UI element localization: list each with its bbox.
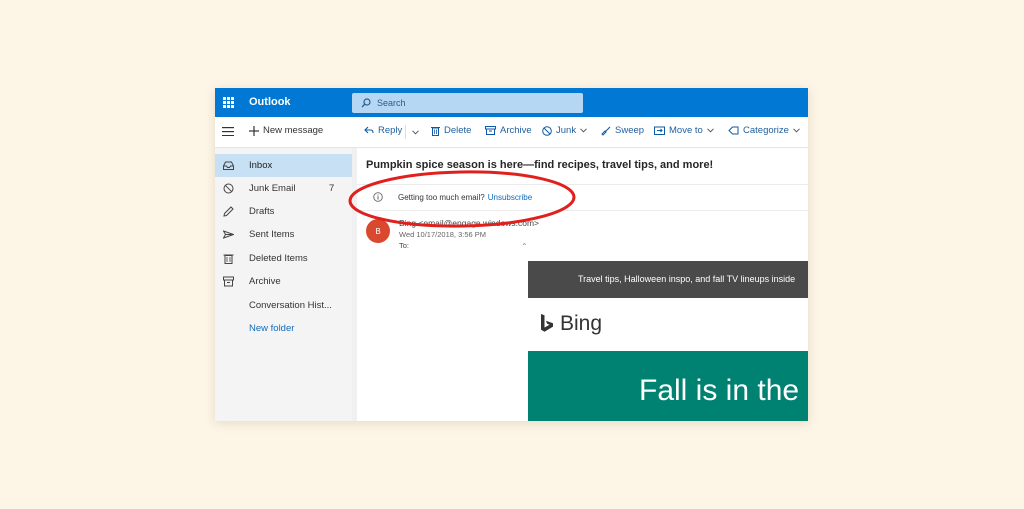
sidebar-item-junk-email[interactable]: Junk Email 7	[215, 177, 352, 200]
unsubscribe-infobar: Getting too much email? Unsubscribe	[357, 184, 808, 211]
pencil-icon	[223, 206, 234, 217]
trash-icon	[431, 126, 440, 136]
sidebar-item-deleted-items[interactable]: Deleted Items	[215, 247, 352, 270]
folder-move-icon	[654, 126, 665, 135]
chevron-down-icon	[793, 128, 800, 133]
inbox-icon	[223, 161, 234, 170]
sweep-label: Sweep	[615, 125, 645, 136]
avatar[interactable]: B	[366, 219, 390, 243]
sidebar-item-inbox[interactable]: Inbox	[215, 154, 352, 177]
categorize-button[interactable]: Categorize	[728, 125, 800, 136]
sidebar-item-label: Conversation Hist...	[249, 300, 332, 311]
sender-address[interactable]: Bing <email@engage.windows.com>	[399, 218, 539, 228]
sidebar-item-label: Inbox	[249, 160, 273, 171]
to-label: To:	[399, 241, 410, 250]
delete-label: Delete	[444, 125, 472, 136]
chevron-down-icon	[412, 129, 419, 135]
bing-logo-text: Bing	[560, 312, 603, 335]
sidebar-item-sent-items[interactable]: Sent Items	[215, 223, 352, 246]
search-box[interactable]: Search	[352, 93, 583, 113]
top-bar: Outlook Search	[215, 88, 808, 117]
sidebar-item-label: Junk Email	[249, 183, 296, 194]
chevron-down-icon	[580, 128, 587, 133]
broom-icon	[601, 126, 611, 136]
sidebar-item-label: Archive	[249, 276, 281, 287]
trash-icon	[223, 254, 234, 264]
sidebar-item-conversation-history[interactable]: Conversation Hist...	[215, 294, 352, 317]
move-to-label: Move to	[669, 125, 703, 136]
unsubscribe-link[interactable]: Unsubscribe	[488, 193, 532, 202]
outlook-window: Outlook Search New message Reply Delete	[215, 88, 808, 421]
archive-icon	[223, 276, 234, 287]
junk-label: Junk	[556, 125, 577, 136]
banner-text: Travel tips, Halloween inspo, and fall T…	[578, 274, 796, 284]
archive-icon	[485, 126, 496, 135]
new-folder-link[interactable]: New folder	[215, 317, 352, 340]
command-toolbar: New message Reply Delete Archive Junk Sw…	[215, 117, 808, 148]
email-hero: Fall is in the air	[528, 351, 808, 421]
bing-logo: Bing	[540, 312, 602, 336]
reply-label: Reply	[378, 125, 403, 136]
sidebar-item-label: Sent Items	[249, 229, 295, 240]
archive-button[interactable]: Archive	[485, 125, 532, 136]
app-title[interactable]: Outlook	[249, 96, 291, 108]
new-message-label: New message	[263, 125, 324, 136]
hamburger-menu-icon[interactable]	[222, 127, 234, 136]
sidebar-item-drafts[interactable]: Drafts	[215, 200, 352, 223]
archive-label: Archive	[500, 125, 532, 136]
block-icon	[542, 125, 552, 136]
new-folder-label: New folder	[249, 323, 295, 334]
tag-icon	[728, 126, 739, 135]
folder-pane: Inbox Junk Email 7 Drafts Sent Items Del…	[215, 148, 352, 421]
categorize-label: Categorize	[743, 125, 789, 136]
search-input[interactable]: Search	[377, 98, 406, 108]
delete-button[interactable]: Delete	[431, 125, 471, 136]
sidebar-item-archive[interactable]: Archive	[215, 270, 352, 293]
search-icon	[361, 98, 371, 108]
chevron-up-icon[interactable]: ⌃	[521, 242, 528, 251]
infobar-text: Getting too much email? Unsubscribe	[398, 193, 532, 202]
reply-options-chevron[interactable]	[405, 125, 419, 139]
chevron-down-icon	[706, 128, 714, 133]
reply-button[interactable]: Reply	[364, 125, 402, 136]
bing-b-icon	[541, 314, 553, 332]
email-banner: Travel tips, Halloween inspo, and fall T…	[528, 261, 808, 298]
sidebar-item-label: Deleted Items	[249, 253, 308, 264]
reply-icon	[364, 126, 374, 134]
move-to-button[interactable]: Move to	[654, 125, 714, 136]
message-date: Wed 10/17/2018, 3:56 PM	[399, 230, 487, 239]
sidebar-item-label: Drafts	[249, 206, 275, 217]
new-message-button[interactable]: New message	[249, 125, 323, 136]
plus-icon	[249, 125, 259, 136]
info-icon	[373, 192, 383, 202]
sweep-button[interactable]: Sweep	[601, 125, 644, 136]
junk-icon	[223, 183, 234, 194]
hero-text: Fall is in the air	[639, 374, 808, 407]
unread-count: 7	[329, 183, 335, 194]
send-icon	[223, 230, 234, 239]
message-subject: Pumpkin spice season is here—find recipe…	[366, 159, 714, 171]
app-launcher-icon[interactable]	[223, 97, 234, 108]
infobar-message: Getting too much email?	[398, 193, 485, 202]
junk-button[interactable]: Junk	[542, 125, 587, 136]
